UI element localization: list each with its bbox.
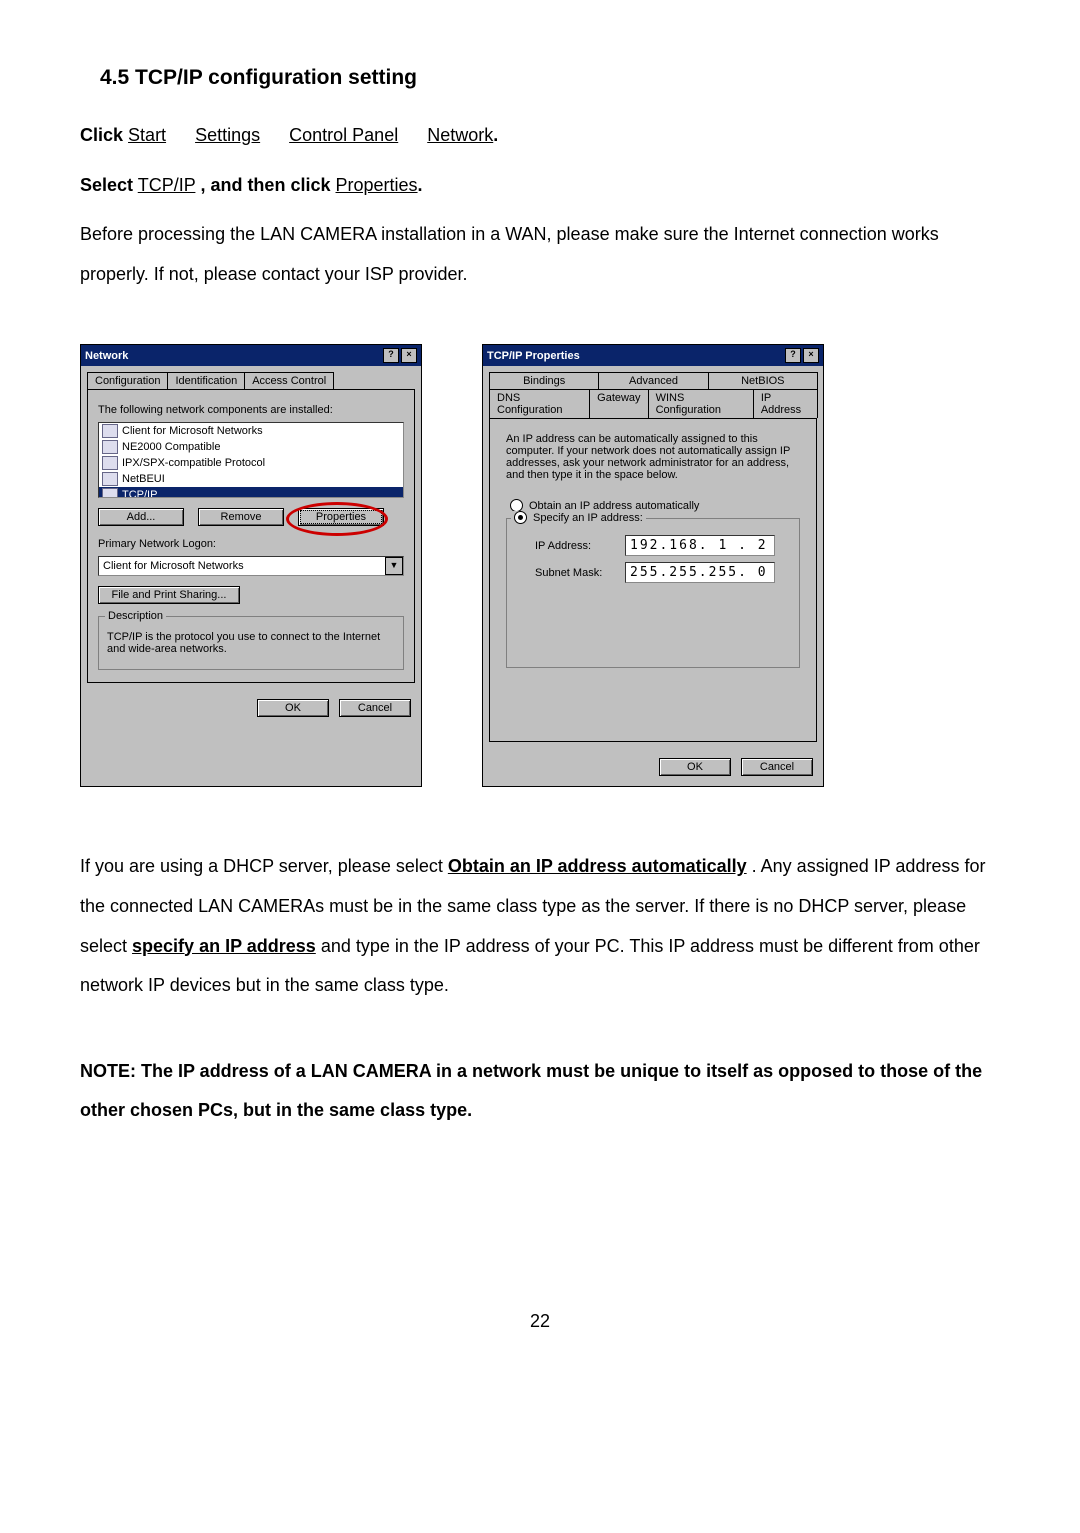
ok-button[interactable]: OK <box>257 699 329 717</box>
intro-paragraph: Before processing the LAN CAMERA install… <box>80 215 1000 294</box>
dhcp-paragraph: If you are using a DHCP server, please s… <box>80 847 1000 1005</box>
cancel-button[interactable]: Cancel <box>741 758 813 776</box>
tab-gateway[interactable]: Gateway <box>589 389 648 418</box>
description-text: TCP/IP is the protocol you use to connec… <box>107 631 395 655</box>
subnet-mask-input[interactable]: 255.255.255. 0 <box>625 562 775 583</box>
tcpip-title: TCP/IP Properties <box>487 350 785 362</box>
tab-configuration[interactable]: Configuration <box>87 372 168 389</box>
ok-button[interactable]: OK <box>659 758 731 776</box>
list-item[interactable]: NetBEUI <box>99 471 403 487</box>
protocol-icon <box>102 488 118 498</box>
list-item-label: IPX/SPX-compatible Protocol <box>122 457 265 469</box>
tcpip-help-text: An IP address can be automatically assig… <box>506 433 800 481</box>
network-panel: The following network components are ins… <box>87 389 415 683</box>
description-legend: Description <box>105 610 166 622</box>
list-item-selected[interactable]: TCP/IP <box>99 487 403 498</box>
dhcp-text-1: If you are using a DHCP server, please s… <box>80 856 448 876</box>
network-tabs: Configuration Identification Access Cont… <box>81 366 421 389</box>
close-icon[interactable]: × <box>803 348 819 363</box>
add-button[interactable]: Add... <box>98 508 184 526</box>
tcpip-tabs-row2: DNS Configuration Gateway WINS Configura… <box>483 389 823 418</box>
tab-advanced[interactable]: Advanced <box>598 372 708 389</box>
chevron-down-icon[interactable]: ▼ <box>385 557 403 575</box>
network-title: Network <box>85 350 383 362</box>
tab-identification[interactable]: Identification <box>167 372 245 389</box>
specify-ip-link: specify an IP address <box>132 936 316 956</box>
logon-value: Client for Microsoft Networks <box>99 560 385 572</box>
components-label: The following network components are ins… <box>98 404 404 416</box>
cancel-button[interactable]: Cancel <box>339 699 411 717</box>
path-network: Network <box>427 125 493 145</box>
radio-specify-label[interactable]: Specify an IP address: <box>533 512 643 524</box>
help-icon[interactable]: ? <box>785 348 801 363</box>
tab-wins[interactable]: WINS Configuration <box>648 389 754 418</box>
subnet-mask-label: Subnet Mask: <box>535 567 611 579</box>
path-settings: Settings <box>195 125 260 145</box>
file-print-sharing-button[interactable]: File and Print Sharing... <box>98 586 240 604</box>
help-icon[interactable]: ? <box>383 348 399 363</box>
path-control-panel: Control Panel <box>289 125 398 145</box>
tcpip-panel: An IP address can be automatically assig… <box>489 418 817 742</box>
tcpip-titlebar: TCP/IP Properties ? × <box>483 345 823 366</box>
network-titlebar: Network ? × <box>81 345 421 366</box>
network-dialog: Network ? × Configuration Identification… <box>80 344 422 787</box>
step-click-path: Click Start Settings Control Panel Netwo… <box>80 116 1000 156</box>
tab-ip-address[interactable]: IP Address <box>753 389 818 418</box>
ip-address-label: IP Address: <box>535 540 611 552</box>
specify-ip-group: Specify an IP address: IP Address: 192.1… <box>506 518 800 668</box>
properties-text: Properties <box>336 175 418 195</box>
click-label: Click <box>80 125 123 145</box>
section-heading: 4.5 TCP/IP configuration setting <box>100 66 1000 90</box>
tab-dns[interactable]: DNS Configuration <box>489 389 590 418</box>
list-item-label: TCP/IP <box>122 489 157 498</box>
list-item-label: NetBEUI <box>122 473 165 485</box>
obtain-auto-link: Obtain an IP address automatically <box>448 856 747 876</box>
protocol-icon <box>102 456 118 470</box>
ip-address-input[interactable]: 192.168. 1 . 2 <box>625 535 775 556</box>
step-select: Select TCP/IP , and then click Propertie… <box>80 166 1000 206</box>
list-item[interactable]: NE2000 Compatible <box>99 439 403 455</box>
primary-logon-select[interactable]: Client for Microsoft Networks ▼ <box>98 556 404 576</box>
tcpip-text: TCP/IP <box>138 175 196 195</box>
tcpip-tabs-row1: Bindings Advanced NetBIOS <box>483 366 823 389</box>
radio-label: Obtain an IP address automatically <box>529 500 699 512</box>
tab-bindings[interactable]: Bindings <box>489 372 599 389</box>
note-paragraph: NOTE: The IP address of a LAN CAMERA in … <box>80 1052 1000 1131</box>
path-start: Start <box>128 125 166 145</box>
remove-button[interactable]: Remove <box>198 508 284 526</box>
select-label: Select <box>80 175 133 195</box>
components-list[interactable]: Client for Microsoft Networks NE2000 Com… <box>98 422 404 498</box>
properties-button[interactable]: Properties <box>298 508 384 526</box>
list-item[interactable]: Client for Microsoft Networks <box>99 423 403 439</box>
then-click-text: , and then click <box>200 175 330 195</box>
tab-access-control[interactable]: Access Control <box>244 372 334 389</box>
list-item-label: NE2000 Compatible <box>122 441 220 453</box>
logon-label: Primary Network Logon: <box>98 538 404 550</box>
protocol-icon <box>102 472 118 486</box>
client-icon <box>102 424 118 438</box>
radio-on-icon <box>514 511 527 524</box>
adapter-icon <box>102 440 118 454</box>
description-group: Description TCP/IP is the protocol you u… <box>98 616 404 670</box>
list-item-label: Client for Microsoft Networks <box>122 425 263 437</box>
list-item[interactable]: IPX/SPX-compatible Protocol <box>99 455 403 471</box>
tcpip-dialog: TCP/IP Properties ? × Bindings Advanced … <box>482 344 824 787</box>
tab-netbios[interactable]: NetBIOS <box>708 372 818 389</box>
close-icon[interactable]: × <box>401 348 417 363</box>
page-number: 22 <box>80 1311 1000 1332</box>
